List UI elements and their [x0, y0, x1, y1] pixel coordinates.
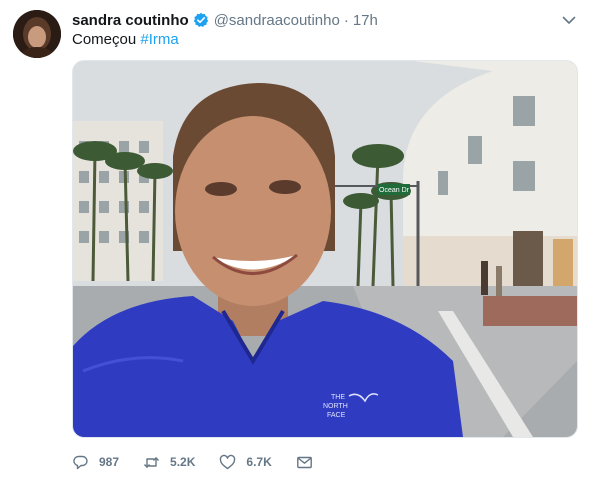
jacket-logo-line3: FACE	[327, 412, 346, 419]
reply-icon	[72, 454, 89, 471]
jacket-logo-line2: NORTH	[323, 403, 348, 410]
direct-message-button[interactable]	[296, 454, 313, 471]
jacket-logo-line1: THE	[331, 394, 345, 401]
envelope-icon	[296, 454, 313, 471]
hashtag-link[interactable]: #Irma	[140, 31, 178, 48]
retweet-button[interactable]: 5.2K	[143, 454, 195, 471]
selfie-photo: Ocean Dr THE NORTH FACE	[73, 61, 577, 437]
avatar-image	[13, 10, 61, 58]
retweet-count: 5.2K	[170, 455, 196, 469]
street-sign-text: Ocean Dr	[379, 187, 410, 194]
timestamp[interactable]: 17h	[353, 12, 378, 29]
tweet-header: sandra coutinho @sandraacoutinho · 17h	[72, 10, 378, 30]
display-name[interactable]: sandra coutinho	[72, 12, 189, 29]
tweet-body: Começou	[72, 31, 141, 48]
user-handle[interactable]: @sandraacoutinho	[214, 12, 340, 29]
tweet-text: Começou #Irma	[72, 31, 179, 48]
verified-badge-icon	[193, 12, 209, 28]
reply-button[interactable]: 987	[72, 454, 119, 471]
retweet-icon	[143, 454, 160, 471]
reply-count: 987	[99, 455, 120, 469]
tweet-actions: 987 5.2K 6.7K	[72, 452, 337, 472]
like-count: 6.7K	[246, 455, 272, 469]
avatar[interactable]	[13, 10, 61, 58]
tweet-card[interactable]: sandra coutinho @sandraacoutinho · 17h C…	[0, 0, 590, 477]
tweet-photo[interactable]: Ocean Dr THE NORTH FACE	[72, 60, 578, 438]
chevron-down-icon[interactable]	[561, 12, 577, 28]
separator-dot: ·	[343, 11, 349, 29]
like-button[interactable]: 6.7K	[219, 454, 272, 471]
heart-icon	[219, 454, 236, 471]
